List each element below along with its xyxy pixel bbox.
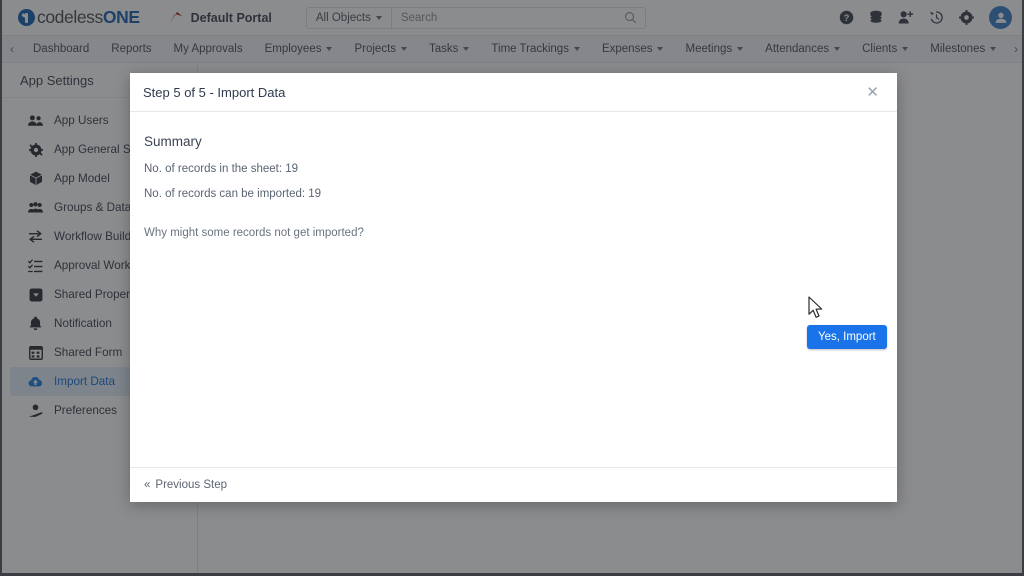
modal-body: Summary No. of records in the sheet: 19 … [130,112,897,467]
modal-title: Step 5 of 5 - Import Data [143,84,286,100]
double-chevron-left-icon: « [144,479,151,491]
close-icon[interactable]: ✕ [862,83,883,102]
summary-line-records-in-sheet: No. of records in the sheet: 19 [144,163,299,175]
why-records-not-imported-link[interactable]: Why might some records not get imported? [144,227,883,239]
previous-step-label: Previous Step [155,479,228,491]
yes-import-button[interactable]: Yes, Import [807,325,887,349]
modal-footer: « Previous Step [130,467,897,502]
summary-line-records-importable: No. of records can be imported: 19 [144,188,322,200]
previous-step-button[interactable]: « Previous Step [144,479,227,491]
import-data-modal: Step 5 of 5 - Import Data ✕ Summary No. … [130,73,897,502]
app-window: codelessONE Default Portal All Objects ? [0,0,1024,576]
summary-heading: Summary [144,134,202,149]
modal-header: Step 5 of 5 - Import Data ✕ [130,73,897,112]
